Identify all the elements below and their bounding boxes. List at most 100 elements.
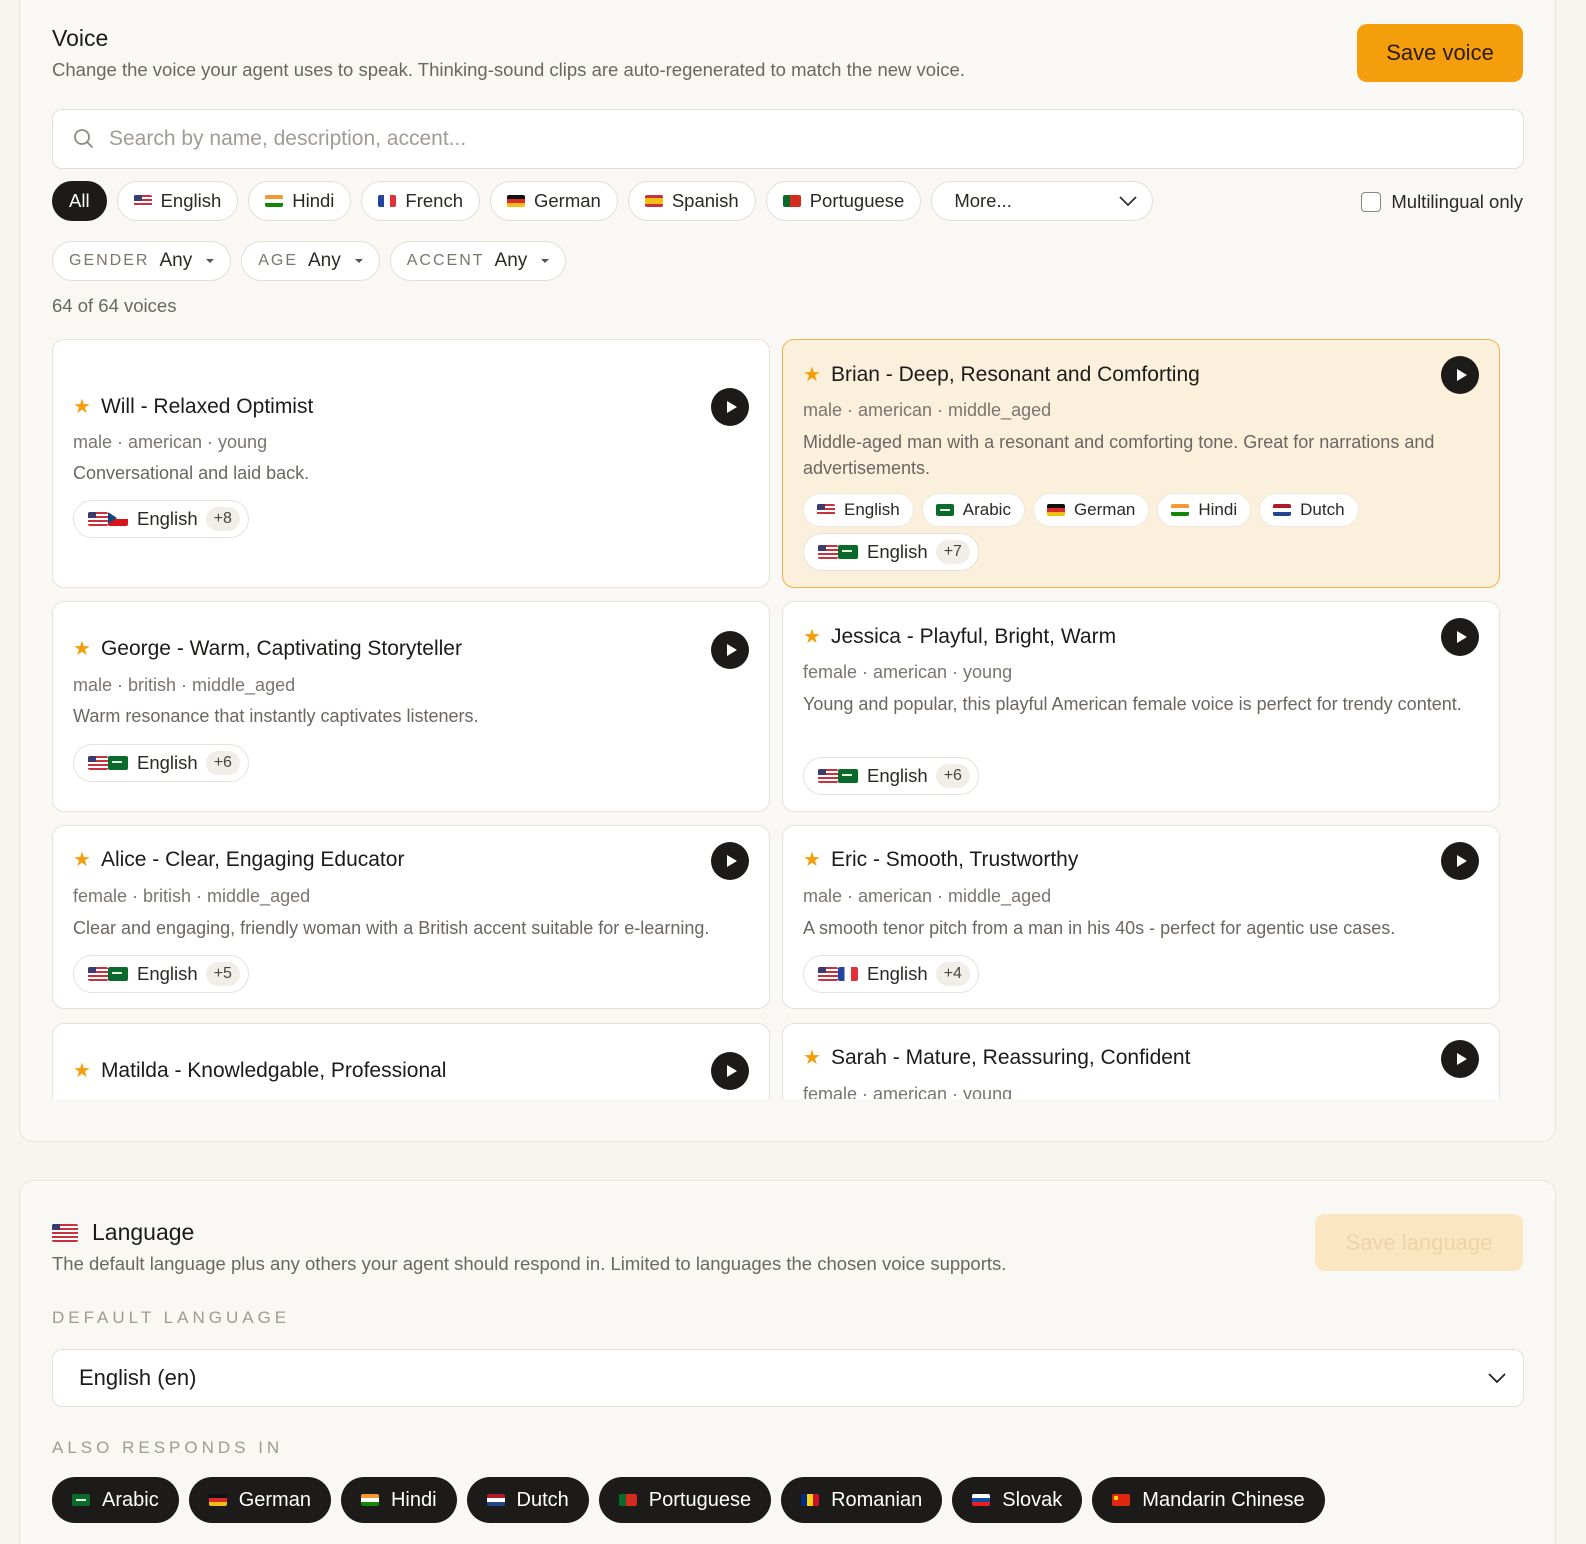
voice-search-input[interactable] — [109, 127, 1409, 151]
voice-card-george[interactable]: ★ George - Warm, Captivating Storyteller … — [52, 601, 770, 812]
multilingual-label: Multilingual only — [1391, 191, 1523, 212]
chip-english[interactable]: English — [116, 181, 239, 221]
netherlands-flag-icon — [1273, 504, 1292, 516]
language-filter-chips: All English Hindi French German Spanish … — [52, 181, 1154, 221]
caret-down-icon — [206, 259, 215, 263]
chip-hindi[interactable]: Hindi — [248, 181, 352, 221]
filter-key: ACCENT — [406, 252, 485, 269]
voice-card-sarah[interactable]: ★ Sarah - Mature, Reassuring, Confident f… — [782, 1023, 1500, 1099]
save-voice-button[interactable]: Save voice — [1357, 24, 1523, 82]
caret-down-icon — [541, 259, 550, 263]
voice-grid: ★ Will - Relaxed Optimist male · american… — [52, 339, 1512, 1099]
germany-flag-icon — [1046, 504, 1065, 516]
language-tag-portuguese[interactable]: Portuguese — [598, 1477, 772, 1523]
voice-title: Voice — [52, 25, 109, 51]
chip-label: French — [405, 190, 463, 211]
filter-value: Any — [159, 250, 193, 271]
language-tag-arabic[interactable]: Arabic — [52, 1477, 179, 1523]
gender-filter[interactable]: GENDER Any — [52, 241, 232, 281]
voice-language-pill[interactable]: English +7 — [803, 533, 979, 571]
play-button[interactable] — [1441, 618, 1479, 656]
more-languages-badge: +6 — [205, 751, 240, 775]
more-languages-select[interactable]: More... — [931, 181, 1154, 221]
default-language-select[interactable]: English (en) — [52, 1349, 1524, 1407]
language-label: Romanian — [831, 1488, 923, 1511]
voice-language-pill[interactable]: English +8 — [73, 500, 249, 538]
saudi-flag-icon — [108, 756, 128, 770]
language-tag-dutch[interactable]: Dutch — [466, 1477, 589, 1523]
language-subtitle: The default language plus any others you… — [52, 1253, 1007, 1274]
more-languages-badge: +6 — [935, 764, 970, 788]
language-label: Mandarin Chinese — [1142, 1488, 1305, 1511]
star-icon: ★ — [803, 364, 821, 386]
play-button[interactable] — [711, 1052, 749, 1090]
saudi-flag-icon — [72, 1494, 90, 1506]
spain-flag-icon — [644, 195, 663, 207]
voice-language-pill[interactable]: English +4 — [803, 955, 979, 993]
star-icon: ★ — [803, 849, 821, 871]
play-button[interactable] — [1441, 1040, 1479, 1078]
chip-german[interactable]: German — [490, 181, 618, 221]
chip-portuguese[interactable]: Portuguese — [765, 181, 922, 221]
play-button[interactable] — [711, 842, 749, 880]
voice-name: Jessica - Playful, Bright, Warm — [830, 624, 1117, 648]
voice-meta: male · american · young — [73, 432, 268, 452]
voice-language-pill[interactable]: English +6 — [803, 757, 979, 795]
language-label: Arabic — [962, 500, 1011, 519]
voice-card-will[interactable]: ★ Will - Relaxed Optimist male · american… — [52, 339, 770, 588]
china-flag-icon — [1112, 1494, 1131, 1506]
language-label: Hindi — [390, 1488, 437, 1511]
voice-name: Brian - Deep, Resonant and Comforting — [830, 362, 1200, 386]
language-label: Dutch — [1300, 500, 1345, 519]
romania-flag-icon — [801, 1494, 820, 1506]
voice-description: Clear and engaging, friendly woman with … — [73, 918, 710, 938]
voice-language-pill[interactable]: English +5 — [73, 955, 249, 993]
flag-pair-icon — [818, 769, 858, 783]
voice-meta: female · american · young — [803, 1084, 1013, 1099]
voice-card-matilda[interactable]: ★ Matilda - Knowledgable, Professional — [52, 1023, 770, 1099]
multilingual-checkbox[interactable] — [1361, 192, 1382, 212]
voice-count: 64 of 64 voices — [52, 295, 177, 316]
language-tag-german[interactable]: German — [188, 1477, 331, 1523]
language-tag-slovak[interactable]: Slovak — [952, 1477, 1083, 1523]
language-tag-romanian[interactable]: Romanian — [781, 1477, 943, 1523]
voice-language-pill[interactable]: English +6 — [73, 744, 249, 782]
voice-card-eric[interactable]: ★ Eric - Smooth, Trustworthy male · ameri… — [782, 825, 1500, 1009]
chip-all[interactable]: All — [52, 181, 107, 221]
voice-card-brian[interactable]: ★ Brian - Deep, Resonant and Comforting m… — [782, 339, 1500, 588]
language-tag-hindi[interactable]: Hindi — [340, 1477, 457, 1523]
voice-card-jessica[interactable]: ★ Jessica - Playful, Bright, Warm female … — [782, 601, 1500, 812]
czech-flag-icon — [108, 512, 128, 526]
more-languages-badge: +7 — [935, 540, 970, 564]
language-label: German — [1073, 500, 1136, 519]
india-flag-icon — [360, 1494, 379, 1506]
language-tag-mandarin[interactable]: Mandarin Chinese — [1092, 1477, 1325, 1523]
us-flag-icon — [88, 512, 108, 526]
chip-label: German — [534, 190, 601, 211]
germany-flag-icon — [208, 1494, 227, 1506]
chip-label: All — [69, 190, 90, 211]
save-language-button[interactable]: Save language — [1315, 1214, 1523, 1271]
play-button[interactable] — [1441, 356, 1479, 394]
flag-pair-icon — [88, 967, 128, 981]
caret-down-icon — [354, 259, 363, 263]
play-button[interactable] — [1441, 842, 1479, 880]
star-icon: ★ — [73, 638, 91, 660]
language-title: Language — [92, 1219, 195, 1245]
filter-key: GENDER — [69, 252, 150, 269]
flag-pair-icon — [818, 545, 858, 559]
chip-french[interactable]: French — [361, 181, 480, 221]
chip-spanish[interactable]: Spanish — [627, 181, 756, 221]
voice-card-alice[interactable]: ★ Alice - Clear, Engaging Educator female… — [52, 825, 770, 1009]
language-panel: Language The default language plus any o… — [19, 1180, 1556, 1544]
play-button[interactable] — [711, 631, 749, 669]
language-label: Dutch — [516, 1488, 569, 1511]
voice-name: Sarah - Mature, Reassuring, Confident — [830, 1045, 1191, 1069]
default-language-label: DEFAULT LANGUAGE — [52, 1308, 291, 1327]
voice-card-title: ★ Jessica - Playful, Bright, Warm — [803, 624, 1116, 649]
accent-filter[interactable]: ACCENT Any — [389, 241, 567, 281]
age-filter[interactable]: AGE Any — [241, 241, 380, 281]
multilingual-toggle[interactable]: Multilingual only — [1361, 191, 1523, 213]
play-button[interactable] — [711, 388, 749, 426]
language-tag: Arabic — [921, 493, 1025, 527]
